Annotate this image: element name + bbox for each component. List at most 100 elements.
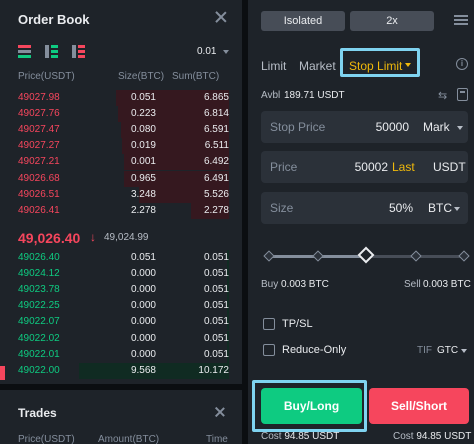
bid-row[interactable]: 49022.25 0.000 0.051 bbox=[0, 298, 242, 315]
ask-row[interactable]: 49027.47 0.080 6.591 bbox=[0, 122, 242, 139]
sell-cost-label: Cost bbox=[393, 431, 414, 442]
chevron-down-icon[interactable] bbox=[457, 126, 463, 130]
bid-sum: 0.051 bbox=[203, 316, 229, 328]
tab-stop-limit[interactable]: Stop Limit bbox=[349, 59, 402, 73]
trades-header-amount: Amount(BTC) bbox=[98, 434, 160, 444]
bid-price: 49022.25 bbox=[18, 300, 60, 312]
bid-sum: 0.051 bbox=[203, 300, 229, 312]
stop-price-input[interactable]: Stop Price 50000 Mark bbox=[261, 111, 468, 143]
trades-panel: Trades Price(USDT) Amount(BTC) Time bbox=[0, 384, 242, 444]
bid-price: 49024.12 bbox=[18, 268, 60, 280]
sell-short-button[interactable]: Sell/Short bbox=[369, 388, 469, 424]
chevron-down-icon[interactable] bbox=[454, 207, 460, 211]
stop-price-value[interactable]: 50000 bbox=[376, 120, 409, 134]
bid-price: 49022.01 bbox=[18, 348, 60, 360]
chevron-down-icon[interactable] bbox=[223, 50, 229, 54]
trades-header-time: Time bbox=[206, 434, 228, 444]
ask-size: 0.223 bbox=[130, 108, 156, 120]
bid-price: 49022.07 bbox=[18, 316, 60, 328]
bid-price: 49023.78 bbox=[18, 284, 60, 296]
view-asks-icon[interactable] bbox=[72, 45, 85, 58]
size-value[interactable]: 50% bbox=[389, 201, 413, 215]
bid-row[interactable]: 49024.12 0.000 0.051 bbox=[0, 266, 242, 283]
reduce-only-label[interactable]: Reduce-Only bbox=[282, 344, 346, 356]
tab-market[interactable]: Market bbox=[299, 59, 336, 73]
ask-row[interactable]: 49026.51 3.248 5.526 bbox=[0, 186, 242, 203]
reduce-only-checkbox[interactable] bbox=[263, 344, 275, 356]
bid-size: 0.000 bbox=[130, 348, 156, 360]
close-icon[interactable] bbox=[214, 10, 228, 24]
bid-sum: 0.051 bbox=[203, 252, 229, 263]
size-label: Size bbox=[270, 201, 294, 215]
ask-price: 49027.98 bbox=[18, 92, 60, 103]
size-input[interactable]: Size 50% BTC bbox=[261, 192, 468, 224]
bid-size: 0.000 bbox=[130, 284, 156, 296]
bid-row[interactable]: 49022.07 0.000 0.051 bbox=[0, 314, 242, 331]
ask-sum: 6.491 bbox=[203, 172, 229, 184]
tif-label: TIF bbox=[417, 345, 432, 356]
close-icon[interactable] bbox=[214, 406, 226, 418]
transfer-icon[interactable]: ⇆ bbox=[438, 89, 447, 102]
price-input[interactable]: Price 50002 Last USDT bbox=[261, 151, 468, 183]
slider-step-75[interactable] bbox=[410, 250, 422, 262]
precision-select[interactable]: 0.01 bbox=[197, 46, 216, 57]
tpsl-label[interactable]: TP/SL bbox=[282, 318, 313, 330]
price-last-tag[interactable]: Last bbox=[392, 160, 415, 174]
trades-header-price: Price(USDT) bbox=[18, 434, 75, 444]
ask-price: 49027.47 bbox=[18, 124, 60, 136]
price-label: Price bbox=[270, 160, 298, 174]
size-unit[interactable]: BTC bbox=[428, 201, 452, 215]
ask-row[interactable]: 49027.27 0.019 6.511 bbox=[0, 138, 242, 155]
ask-price: 49027.21 bbox=[18, 156, 60, 168]
ask-price: 49027.27 bbox=[18, 140, 60, 152]
sell-cost: Cost 94.85 USDT bbox=[393, 431, 471, 442]
stop-price-trigger[interactable]: Mark bbox=[423, 120, 450, 134]
bid-row[interactable]: 49026.40 0.051 0.051 bbox=[0, 250, 242, 266]
ask-row[interactable]: 49026.68 0.965 6.491 bbox=[0, 170, 242, 187]
calculator-icon[interactable] bbox=[457, 88, 468, 101]
view-bids-icon[interactable] bbox=[45, 45, 58, 58]
view-both-icon[interactable] bbox=[18, 45, 31, 58]
stop-price-label: Stop Price bbox=[270, 120, 326, 134]
chevron-down-icon[interactable] bbox=[461, 349, 467, 353]
slider-step-0[interactable] bbox=[263, 250, 275, 262]
slider-handle[interactable] bbox=[357, 246, 375, 264]
bid-row[interactable]: 49023.78 0.000 0.051 bbox=[0, 282, 242, 299]
tpsl-checkbox[interactable] bbox=[263, 318, 275, 330]
price-value[interactable]: 50002 bbox=[355, 160, 388, 174]
col-header-price: Price(USDT) bbox=[18, 71, 75, 82]
size-slider[interactable] bbox=[263, 246, 470, 264]
bid-size: 0.000 bbox=[130, 316, 156, 328]
slider-step-100[interactable] bbox=[458, 250, 470, 262]
bid-row[interactable]: 49022.02 0.000 0.051 bbox=[0, 330, 242, 347]
tab-limit[interactable]: Limit bbox=[261, 59, 286, 73]
bid-sum: 10.172 bbox=[198, 364, 229, 376]
buy-long-button[interactable]: Buy/Long bbox=[261, 388, 362, 424]
slider-step-25[interactable] bbox=[312, 250, 324, 262]
buy-cost-label: Cost bbox=[261, 431, 282, 442]
bid-price: 49026.40 bbox=[18, 252, 60, 263]
ask-row[interactable]: 49026.41 2.278 2.278 bbox=[0, 202, 242, 219]
ask-row[interactable]: 49027.76 0.223 6.814 bbox=[0, 106, 242, 123]
bid-row[interactable]: 49022.01 0.000 0.051 bbox=[0, 346, 242, 363]
bid-sum: 0.051 bbox=[203, 332, 229, 344]
ask-row[interactable]: 49027.98 0.051 6.865 bbox=[0, 90, 242, 106]
bid-row[interactable]: 49022.00 9.568 10.172 bbox=[0, 362, 242, 379]
info-icon[interactable]: i bbox=[456, 58, 468, 70]
sell-qty-value: 0.003 BTC bbox=[423, 279, 471, 290]
ask-row[interactable]: 49027.21 0.001 6.492 bbox=[0, 154, 242, 171]
price-unit: USDT bbox=[433, 160, 466, 174]
margin-mode-button[interactable]: Isolated bbox=[261, 11, 345, 31]
tif-select[interactable]: GTC bbox=[437, 345, 458, 356]
chevron-down-icon[interactable] bbox=[405, 63, 411, 67]
ask-size: 2.278 bbox=[130, 204, 156, 216]
ask-price: 49026.51 bbox=[18, 188, 60, 200]
available-balance: 189.71 USDT bbox=[284, 90, 345, 101]
ask-sum: 6.865 bbox=[203, 92, 229, 103]
ask-size: 0.051 bbox=[130, 92, 156, 103]
scroll-indicator bbox=[0, 366, 5, 380]
buy-cost-value: 94.85 USDT bbox=[284, 431, 340, 442]
leverage-button[interactable]: 2x bbox=[350, 11, 434, 31]
buy-qty-value: 0.003 BTC bbox=[281, 279, 329, 290]
settings-sliders-icon[interactable] bbox=[454, 13, 468, 27]
